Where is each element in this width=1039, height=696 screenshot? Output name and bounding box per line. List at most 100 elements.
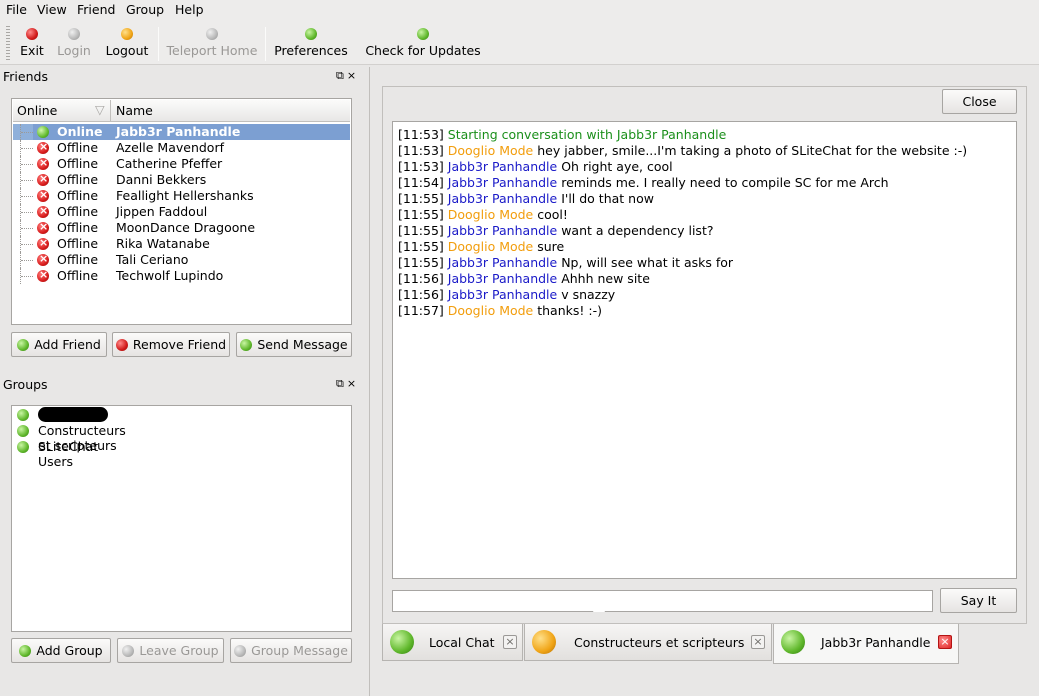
leave-group-button[interactable]: Leave Group bbox=[117, 638, 224, 663]
chat-message: [11:55] Jabb3r Panhandle Np, will see wh… bbox=[398, 255, 733, 270]
group-icon bbox=[17, 425, 29, 437]
send-message-button[interactable]: Send Message bbox=[236, 332, 352, 357]
check-updates-button[interactable]: Check for Updates bbox=[365, 26, 481, 64]
message-sender: Dooglio Mode bbox=[447, 303, 534, 318]
message-sender: Dooglio Mode bbox=[447, 143, 534, 158]
tree-line bbox=[20, 140, 34, 156]
chat-input[interactable] bbox=[392, 590, 933, 612]
friend-row[interactable]: Offline MoonDance Dragoone bbox=[13, 220, 350, 236]
message-sender: Jabb3r Panhandle bbox=[447, 271, 558, 286]
add-group-button[interactable]: Add Group bbox=[11, 638, 111, 663]
teleport-home-icon bbox=[206, 28, 218, 40]
close-tab-icon[interactable]: × bbox=[751, 635, 765, 649]
message-text: cool! bbox=[537, 207, 568, 222]
toolbar-separator bbox=[158, 27, 159, 61]
friend-status: Offline bbox=[57, 268, 99, 283]
friend-row[interactable]: Online Jabb3r Panhandle bbox=[13, 124, 350, 140]
message-sender: Jabb3r Panhandle bbox=[447, 175, 558, 190]
redacted-group-name bbox=[38, 407, 108, 422]
preferences-button[interactable]: Preferences bbox=[273, 26, 349, 64]
message-time: [11:55] bbox=[398, 191, 444, 206]
close-tab-icon[interactable]: × bbox=[938, 635, 952, 649]
add-friend-button[interactable]: Add Friend bbox=[11, 332, 107, 357]
chat-log[interactable]: [11:53] Starting conversation with Jabb3… bbox=[392, 121, 1017, 579]
friends-panel-controls[interactable]: ⧉× bbox=[336, 69, 359, 83]
sort-indicator-icon: ▽ bbox=[95, 102, 105, 117]
chat-message: [11:57] Dooglio Mode thanks! :-) bbox=[398, 303, 602, 318]
toolbar-separator bbox=[265, 27, 266, 61]
remove-friend-button[interactable]: Remove Friend bbox=[112, 332, 230, 357]
add-icon bbox=[19, 644, 32, 657]
tree-line bbox=[20, 188, 34, 204]
friend-name: Techwolf Lupindo bbox=[116, 268, 224, 283]
message-time: [11:53] bbox=[398, 143, 444, 158]
message-time: [11:57] bbox=[398, 303, 444, 318]
friend-status: Offline bbox=[57, 188, 99, 203]
message-text: v snazzy bbox=[561, 287, 616, 302]
say-it-button[interactable]: Say It bbox=[940, 588, 1017, 613]
friends-panel-title: Friends bbox=[3, 69, 48, 84]
friend-status: Online bbox=[57, 124, 103, 139]
tree-line bbox=[20, 172, 34, 188]
menu-bar: File View Friend Group Help bbox=[0, 0, 1039, 20]
logout-icon bbox=[121, 28, 133, 40]
tab-jabb3r[interactable]: Jabb3r Panhandle × bbox=[773, 624, 959, 664]
tab-constructeurs[interactable]: Constructeurs et scripteurs × bbox=[524, 624, 772, 661]
toolbar-handle[interactable] bbox=[6, 26, 10, 62]
close-tab-icon[interactable]: × bbox=[503, 635, 517, 649]
message-text: thanks! :-) bbox=[537, 303, 602, 318]
group-icon bbox=[17, 409, 29, 421]
login-button[interactable]: Login bbox=[55, 26, 93, 64]
menu-group[interactable]: Group bbox=[126, 2, 164, 17]
message-time: [11:55] bbox=[398, 207, 444, 222]
menu-file[interactable]: File bbox=[6, 2, 27, 17]
group-message-icon bbox=[234, 644, 247, 657]
friend-status: Offline bbox=[57, 172, 99, 187]
message-text: want a dependency list? bbox=[561, 223, 714, 238]
message-sender: Dooglio Mode bbox=[447, 239, 534, 254]
message-time: [11:55] bbox=[398, 255, 444, 270]
offline-status-icon bbox=[37, 188, 49, 202]
tree-line bbox=[20, 220, 34, 236]
teleport-home-button[interactable]: Teleport Home bbox=[166, 26, 258, 64]
friend-row[interactable]: Offline Techwolf Lupindo bbox=[13, 268, 350, 284]
check-updates-icon bbox=[417, 28, 429, 40]
friend-row[interactable]: Offline Jippen Faddoul bbox=[13, 204, 350, 220]
exit-button[interactable]: Exit bbox=[16, 26, 48, 64]
group-message-button[interactable]: Group Message bbox=[230, 638, 352, 663]
column-online[interactable]: Online bbox=[17, 103, 57, 118]
preferences-icon bbox=[305, 28, 317, 40]
friend-status: Offline bbox=[57, 220, 99, 235]
message-time: [11:53] bbox=[398, 127, 444, 142]
friend-row[interactable]: Offline Rika Watanabe bbox=[13, 236, 350, 252]
message-time: [11:54] bbox=[398, 175, 444, 190]
offline-status-icon bbox=[37, 140, 49, 154]
chat-message: [11:56] Jabb3r Panhandle Ahhh new site bbox=[398, 271, 650, 286]
friend-row[interactable]: Offline Tali Ceriano bbox=[13, 252, 350, 268]
logout-button[interactable]: Logout bbox=[103, 26, 151, 64]
column-name[interactable]: Name bbox=[116, 103, 153, 118]
local-chat-icon bbox=[390, 630, 414, 654]
menu-help[interactable]: Help bbox=[175, 2, 204, 17]
chat-message: [11:55] Dooglio Mode sure bbox=[398, 239, 564, 254]
tree-line bbox=[20, 268, 34, 284]
menu-friend[interactable]: Friend bbox=[77, 2, 115, 17]
chat-message: [11:55] Jabb3r Panhandle I'll do that no… bbox=[398, 191, 654, 206]
chat-message: [11:53] Jabb3r Panhandle Oh right aye, c… bbox=[398, 159, 673, 174]
message-sender: Jabb3r Panhandle bbox=[447, 159, 558, 174]
friend-row[interactable]: Offline Danni Bekkers bbox=[13, 172, 350, 188]
chat-message: [11:55] Jabb3r Panhandle want a dependen… bbox=[398, 223, 713, 238]
groups-panel-controls[interactable]: ⧉× bbox=[336, 377, 359, 391]
friend-status: Offline bbox=[57, 204, 99, 219]
tab-local-chat[interactable]: Local Chat × bbox=[382, 624, 523, 661]
close-button[interactable]: Close bbox=[942, 89, 1017, 114]
online-status-icon bbox=[37, 126, 49, 138]
friend-row[interactable]: Offline Catherine Pfeffer bbox=[13, 156, 350, 172]
friend-row[interactable]: Offline Azelle Mavendorf bbox=[13, 140, 350, 156]
friend-row[interactable]: Offline Feallight Hellershanks bbox=[13, 188, 350, 204]
offline-status-icon bbox=[37, 220, 49, 234]
chat-message: [11:55] Dooglio Mode cool! bbox=[398, 207, 568, 222]
message-time: [11:56] bbox=[398, 271, 444, 286]
friend-name: Jippen Faddoul bbox=[116, 204, 208, 219]
menu-view[interactable]: View bbox=[37, 2, 67, 17]
